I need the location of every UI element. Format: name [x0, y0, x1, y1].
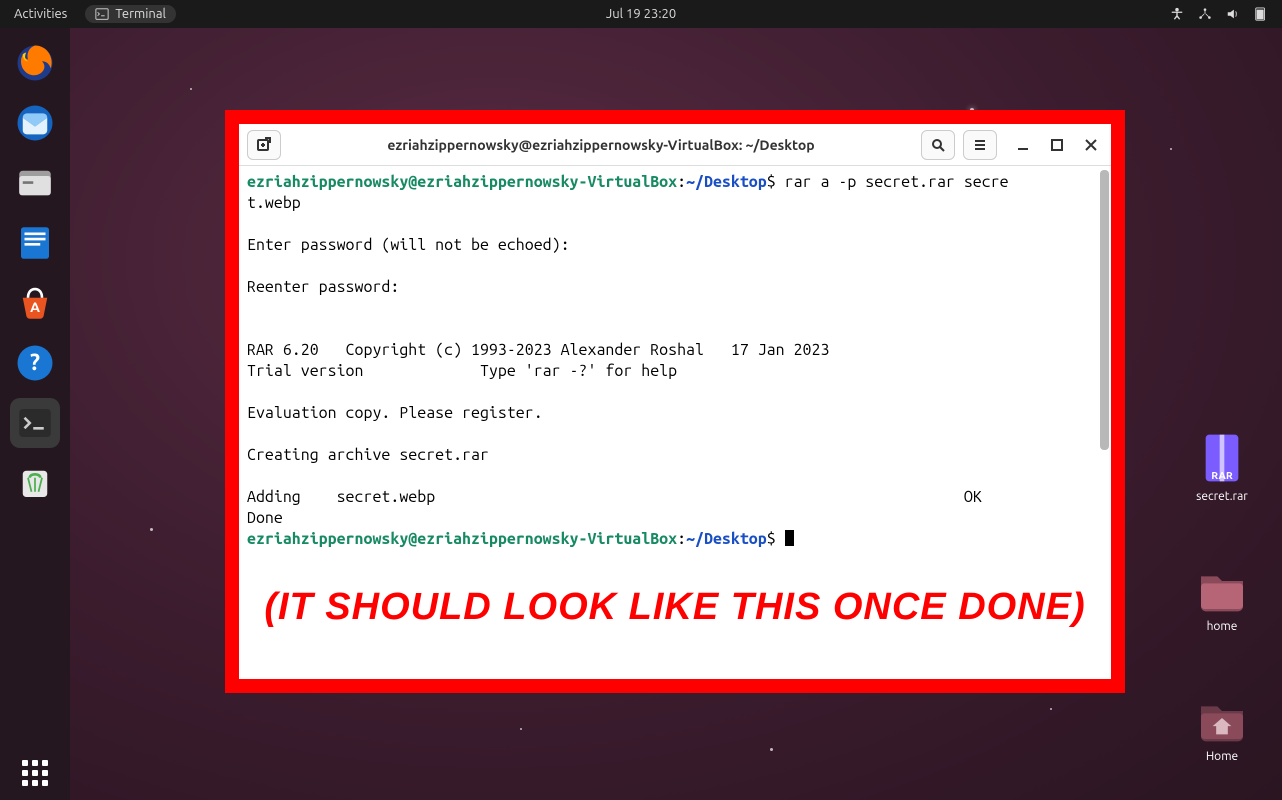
active-app-name: Terminal: [115, 7, 166, 21]
dock-terminal[interactable]: [10, 398, 60, 448]
activities-button[interactable]: Activities: [14, 7, 67, 21]
dock-thunderbird[interactable]: [10, 98, 60, 148]
new-tab-button[interactable]: [247, 130, 281, 160]
dock-writer[interactable]: [10, 218, 60, 268]
terminal-titlebar: ezriahzippernowsky@ezriahzippernowsky-Vi…: [239, 124, 1111, 166]
top-bar: Activities Terminal Jul 19 23:20: [0, 0, 1282, 28]
battery-icon[interactable]: [1254, 7, 1268, 21]
svg-text:RAR: RAR: [1211, 469, 1233, 481]
menu-button[interactable]: [963, 130, 997, 160]
dock: A ?: [0, 28, 70, 800]
accessibility-icon[interactable]: [1170, 7, 1184, 21]
maximize-button[interactable]: [1045, 133, 1069, 157]
desktop-icon-home[interactable]: Home: [1182, 690, 1262, 763]
terminal-window: ezriahzippernowsky@ezriahzippernowsky-Vi…: [239, 124, 1111, 556]
desktop-icon-home-folder[interactable]: home: [1182, 560, 1262, 633]
annotation-caption: (IT SHOULD LOOK LIKE THIS ONCE DONE): [239, 556, 1111, 679]
desktop-icon-label: Home: [1182, 750, 1262, 763]
svg-text:A: A: [30, 299, 40, 315]
terminal-title: ezriahzippernowsky@ezriahzippernowsky-Vi…: [289, 137, 913, 153]
volume-icon[interactable]: [1226, 7, 1240, 21]
network-icon[interactable]: [1198, 7, 1212, 21]
dock-software[interactable]: A: [10, 278, 60, 328]
minimize-button[interactable]: [1011, 133, 1035, 157]
close-button[interactable]: [1079, 133, 1103, 157]
desktop-icon-secret-rar[interactable]: RAR secret.rar: [1182, 430, 1262, 503]
search-button[interactable]: [921, 130, 955, 160]
terminal-body[interactable]: ezriahzippernowsky@ezriahzippernowsky-Vi…: [239, 166, 1111, 556]
svg-text:?: ?: [30, 350, 40, 375]
terminal-icon: [95, 7, 109, 21]
annotated-frame: ezriahzippernowsky@ezriahzippernowsky-Vi…: [225, 110, 1125, 693]
clock[interactable]: Jul 19 23:20: [606, 7, 676, 21]
desktop-icon-label: home: [1182, 620, 1262, 633]
dock-help[interactable]: ?: [10, 338, 60, 388]
dock-files[interactable]: [10, 158, 60, 208]
active-app-indicator[interactable]: Terminal: [85, 5, 176, 23]
cursor: [785, 530, 794, 546]
dock-firefox[interactable]: [10, 38, 60, 88]
dock-trash[interactable]: [10, 458, 60, 508]
desktop-icon-label: secret.rar: [1182, 490, 1262, 503]
scrollbar[interactable]: [1100, 170, 1109, 450]
show-applications-button[interactable]: [22, 760, 48, 786]
